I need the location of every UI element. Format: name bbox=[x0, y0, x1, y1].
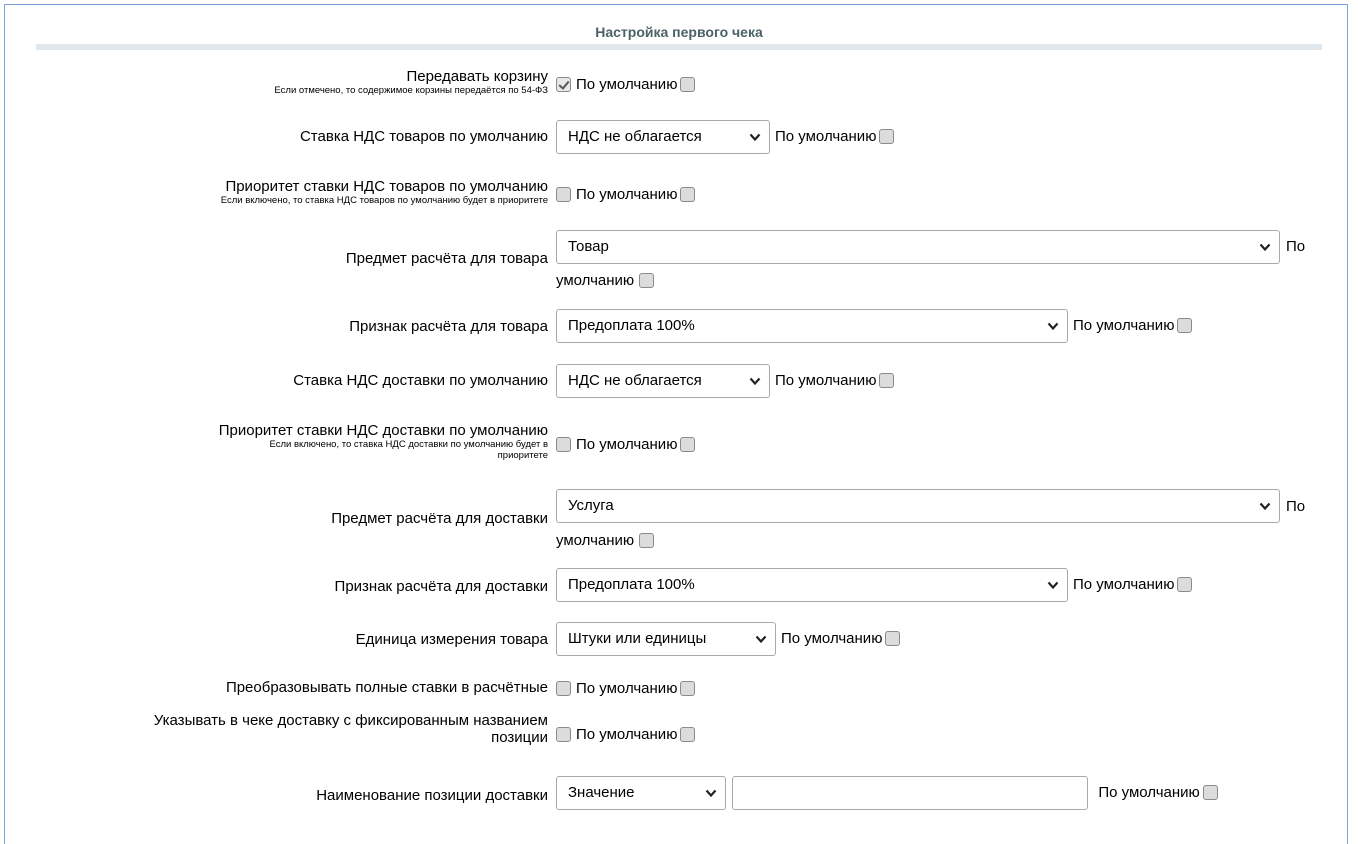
default-label: По умолчанию bbox=[576, 76, 678, 93]
method-goods-label: Признак расчёта для товара bbox=[349, 318, 548, 335]
fixed-delivery-label-2: позиции bbox=[491, 729, 548, 746]
unit-select[interactable]: Штуки или единицы bbox=[556, 622, 776, 656]
fixed-delivery-label-block: Указывать в чеке доставку с фиксированны… bbox=[8, 712, 548, 746]
default-checkbox[interactable] bbox=[1177, 317, 1193, 333]
vat-delivery-priority-label-block: Приоритет ставки НДС доставки по умолчан… bbox=[8, 422, 548, 461]
vat-goods-controls: НДС не облагается По умолчанию bbox=[556, 120, 895, 154]
chevron-down-icon bbox=[755, 623, 767, 655]
vat-goods-priority-label: Приоритет ставки НДС товаров по умолчани… bbox=[225, 178, 548, 195]
unit-controls: Штуки или единицы По умолчанию bbox=[556, 622, 901, 656]
vat-goods-priority-checkbox[interactable] bbox=[556, 187, 571, 202]
delivery-name-select[interactable]: Значение bbox=[556, 776, 726, 810]
chevron-down-icon bbox=[1259, 490, 1271, 522]
default-label: По умолчанию bbox=[576, 436, 678, 453]
default-label: По умолчанию bbox=[1073, 575, 1175, 593]
vat-delivery-priority-hint-1: Если включено, то ставка НДС доставки по… bbox=[269, 439, 548, 450]
method-delivery-select-value: Предоплата 100% bbox=[568, 576, 695, 593]
vat-delivery-priority-checkbox[interactable] bbox=[556, 437, 571, 452]
default-label-part1: По bbox=[1286, 238, 1306, 255]
vat-goods-label: Ставка НДС товаров по умолчанию bbox=[299, 128, 548, 145]
method-goods-select-value: Предоплата 100% bbox=[568, 317, 695, 334]
default-wrap: умолчанию bbox=[556, 532, 655, 549]
default-label: По умолчанию bbox=[1073, 316, 1175, 334]
vat-goods-priority-label-block: Приоритет ставки НДС товаров по умолчани… bbox=[8, 178, 548, 206]
cart-controls: По умолчанию bbox=[556, 76, 696, 93]
fixed-delivery-controls: По умолчанию bbox=[556, 726, 696, 743]
default-checkbox[interactable] bbox=[680, 77, 696, 92]
delivery-name-input[interactable] bbox=[732, 776, 1089, 810]
default-label-part2: умолчанию bbox=[556, 532, 635, 549]
vat-delivery-priority-hint-2: приоритете bbox=[497, 450, 548, 461]
default-label: По умолчанию bbox=[576, 186, 678, 203]
fixed-delivery-checkbox[interactable] bbox=[556, 727, 571, 742]
subject-goods-label: Предмет расчёта для товара bbox=[345, 250, 548, 267]
default-checkbox[interactable] bbox=[639, 273, 655, 288]
default-label: По умолчанию bbox=[576, 680, 678, 697]
default-label: По умолчанию bbox=[775, 127, 877, 145]
default-checkbox[interactable] bbox=[1177, 576, 1193, 592]
default-checkbox[interactable] bbox=[680, 437, 696, 452]
chevron-down-icon bbox=[1259, 231, 1271, 263]
convert-rates-label: Преобразовывать полные ставки в расчётны… bbox=[225, 679, 548, 696]
default-checkbox[interactable] bbox=[1202, 784, 1218, 800]
default-label: По умолчанию bbox=[1098, 783, 1200, 801]
chevron-down-icon bbox=[749, 121, 761, 153]
chevron-down-icon bbox=[1047, 569, 1059, 601]
method-delivery-controls: Предоплата 100% По умолчанию bbox=[556, 568, 1193, 602]
unit-label: Единица измерения товара bbox=[355, 631, 548, 648]
fixed-delivery-label-1: Указывать в чеке доставку с фиксированны… bbox=[153, 712, 548, 729]
subject-delivery-label: Предмет расчёта для доставки bbox=[331, 510, 548, 527]
chevron-down-icon bbox=[749, 365, 761, 397]
default-checkbox[interactable] bbox=[680, 681, 696, 696]
subject-delivery-controls: Услуга bbox=[556, 489, 1280, 523]
delivery-name-select-value: Значение bbox=[568, 784, 635, 801]
vat-delivery-controls: НДС не облагается По умолчанию bbox=[556, 364, 895, 398]
vat-goods-select[interactable]: НДС не облагается bbox=[556, 120, 770, 154]
cart-hint: Если отмечено, то содержимое корзины пер… bbox=[274, 85, 548, 96]
row-cart-label: Передавать корзину Если отмечено, то сод… bbox=[8, 68, 548, 96]
cart-checkbox[interactable] bbox=[556, 77, 571, 92]
delivery-name-label: Наименование позиции доставки bbox=[316, 787, 548, 804]
default-label-part1: По bbox=[1286, 498, 1306, 515]
vat-delivery-label: Ставка НДС доставки по умолчанию bbox=[293, 372, 548, 389]
method-delivery-label: Признак расчёта для доставки bbox=[334, 578, 548, 595]
default-wrap: умолчанию bbox=[556, 272, 655, 289]
default-checkbox[interactable] bbox=[885, 630, 901, 646]
subject-goods-select[interactable]: Товар bbox=[556, 230, 1280, 264]
vat-goods-priority-hint: Если включено, то ставка НДС товаров по … bbox=[220, 195, 548, 206]
chevron-down-icon bbox=[705, 777, 717, 809]
default-label: По умолчанию bbox=[576, 726, 678, 743]
method-goods-controls: Предоплата 100% По умолчанию bbox=[556, 309, 1193, 343]
method-delivery-select[interactable]: Предоплата 100% bbox=[556, 568, 1068, 602]
unit-select-value: Штуки или единицы bbox=[568, 630, 707, 647]
vat-delivery-select[interactable]: НДС не облагается bbox=[556, 364, 770, 398]
section-title: Настройка первого чека bbox=[36, 20, 1322, 50]
default-checkbox[interactable] bbox=[680, 727, 696, 742]
subject-delivery-select[interactable]: Услуга bbox=[556, 489, 1280, 523]
default-checkbox[interactable] bbox=[680, 187, 696, 202]
vat-goods-priority-controls: По умолчанию bbox=[556, 186, 696, 203]
convert-rates-controls: По умолчанию bbox=[556, 680, 696, 697]
vat-goods-select-value: НДС не облагается bbox=[568, 128, 702, 145]
vat-delivery-priority-controls: По умолчанию bbox=[556, 436, 696, 453]
default-checkbox[interactable] bbox=[639, 533, 655, 548]
default-label: По умолчанию bbox=[775, 371, 877, 389]
chevron-down-icon bbox=[1047, 310, 1059, 342]
default-label: По умолчанию bbox=[781, 629, 883, 647]
vat-delivery-priority-label: Приоритет ставки НДС доставки по умолчан… bbox=[218, 422, 548, 439]
vat-delivery-select-value: НДС не облагается bbox=[568, 372, 702, 389]
subject-delivery-select-value: Услуга bbox=[568, 497, 614, 514]
convert-rates-checkbox[interactable] bbox=[556, 681, 571, 696]
method-goods-select[interactable]: Предоплата 100% bbox=[556, 309, 1068, 343]
default-checkbox[interactable] bbox=[879, 372, 895, 388]
subject-goods-controls: Товар bbox=[556, 230, 1280, 264]
cart-label: Передавать корзину bbox=[406, 68, 548, 85]
default-label-part2: умолчанию bbox=[556, 272, 635, 289]
delivery-name-controls: Значение По умолчанию bbox=[556, 776, 1218, 810]
default-checkbox[interactable] bbox=[879, 128, 895, 144]
subject-goods-select-value: Товар bbox=[568, 238, 609, 255]
